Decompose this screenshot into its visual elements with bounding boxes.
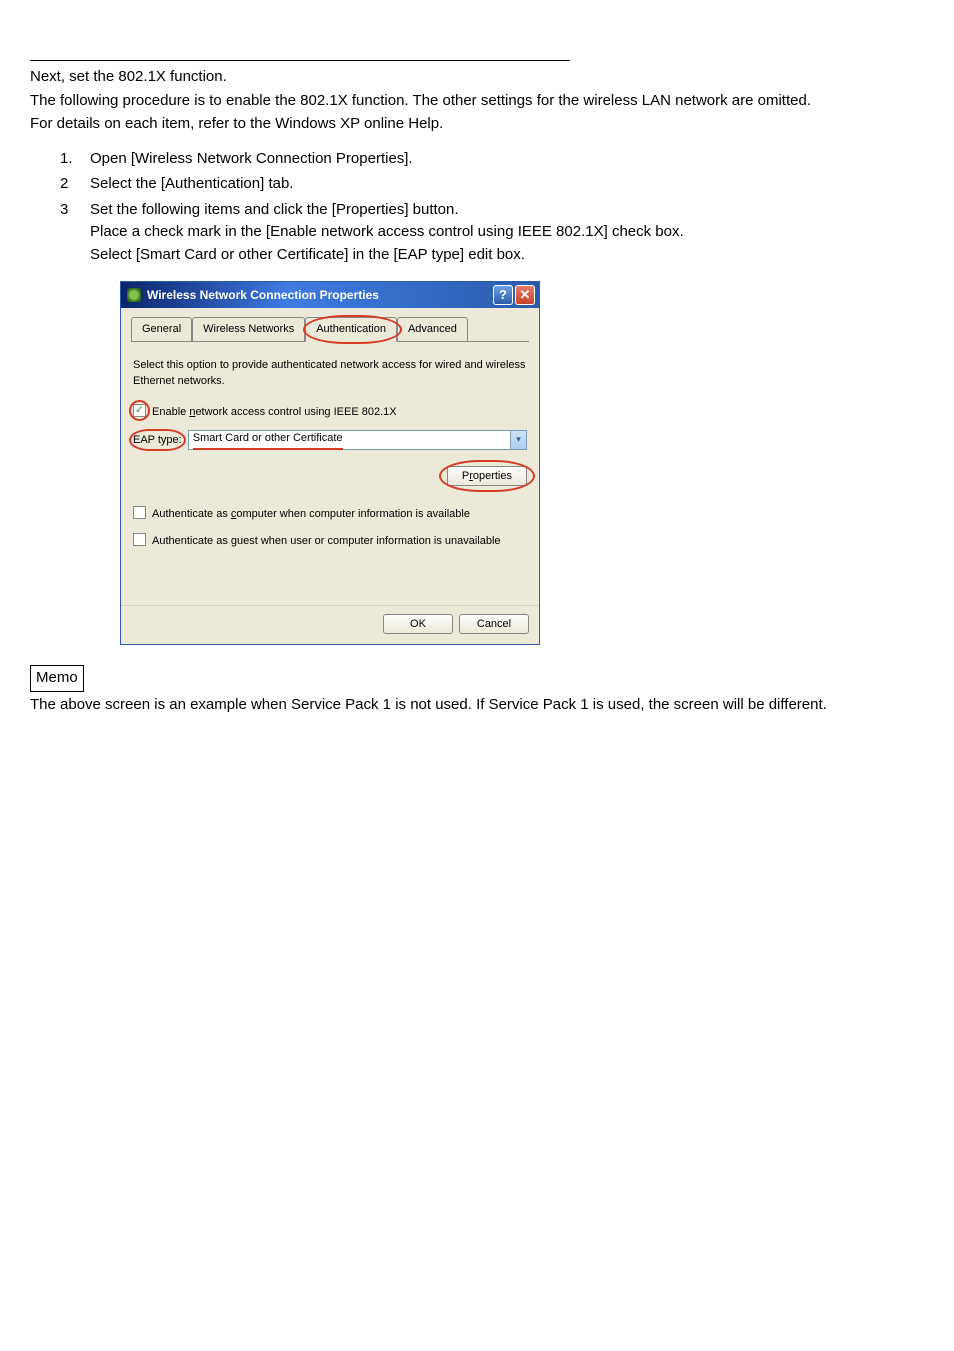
step-text: Open [Wireless Network Connection Proper… <box>90 148 924 171</box>
help-button[interactable]: ? <box>493 285 513 305</box>
auth-computer-label: Authenticate as computer when computer i… <box>152 506 470 523</box>
intro-line-1: Next, set the 802.1X function. <box>30 66 924 89</box>
step-text: Select the [Authentication] tab. <box>90 173 924 196</box>
step-text: Place a check mark in the [Enable networ… <box>90 221 924 244</box>
step-number: 2 <box>30 173 60 196</box>
properties-button[interactable]: Properties <box>447 466 527 486</box>
auth-guest-row[interactable]: Authenticate as guest when user or compu… <box>133 533 527 550</box>
ok-button[interactable]: OK <box>383 614 453 634</box>
intro-line-3: For details on each item, refer to the W… <box>30 113 924 136</box>
intro-line-2: The following procedure is to enable the… <box>30 90 924 113</box>
dialog-body: General Wireless Networks Authentication… <box>121 308 539 605</box>
description-text: Select this option to provide authentica… <box>133 357 527 390</box>
step-1: 1. Open [Wireless Network Connection Pro… <box>30 148 924 171</box>
titlebar-buttons: ? ✕ <box>493 285 535 305</box>
dialog-footer: OK Cancel <box>121 605 539 644</box>
tab-general[interactable]: General <box>131 317 192 341</box>
intro-text: Next, set the 802.1X function. The follo… <box>30 66 924 136</box>
auth-guest-label: Authenticate as guest when user or compu… <box>152 533 501 550</box>
step-3: 3 Set the following items and click the … <box>30 199 924 267</box>
tab-advanced[interactable]: Advanced <box>397 317 468 341</box>
dropdown-arrow-icon[interactable]: ▾ <box>510 431 526 449</box>
titlebar[interactable]: Wireless Network Connection Properties ?… <box>121 282 539 308</box>
eap-type-label: EAP type: <box>133 432 182 449</box>
eap-type-row: EAP type: Smart Card or other Certificat… <box>133 430 527 450</box>
step-text: Set the following items and click the [P… <box>90 199 924 222</box>
memo-label: Memo <box>30 665 84 692</box>
step-text: Select [Smart Card or other Certificate]… <box>90 244 924 267</box>
steps-list: 1. Open [Wireless Network Connection Pro… <box>30 148 924 267</box>
horizontal-rule <box>30 60 570 61</box>
enable-8021x-label: Enable network access control using IEEE… <box>152 404 397 421</box>
step-number: 3 <box>30 199 60 267</box>
tabs: General Wireless Networks Authentication… <box>131 317 529 342</box>
network-icon <box>127 288 141 302</box>
tab-wireless-networks[interactable]: Wireless Networks <box>192 317 305 341</box>
tab-content: Select this option to provide authentica… <box>131 351 529 596</box>
window-title: Wireless Network Connection Properties <box>147 286 379 304</box>
eap-type-select[interactable]: Smart Card or other Certificate ▾ <box>188 430 527 450</box>
properties-row: Properties <box>133 466 527 486</box>
titlebar-left: Wireless Network Connection Properties <box>127 286 379 304</box>
eap-type-value: Smart Card or other Certificate <box>193 430 343 450</box>
auth-computer-checkbox[interactable] <box>133 506 146 519</box>
enable-8021x-checkbox[interactable] <box>133 404 146 417</box>
cancel-button[interactable]: Cancel <box>459 614 529 634</box>
screenshot-dialog-wrap: Wireless Network Connection Properties ?… <box>120 281 924 645</box>
auth-computer-row[interactable]: Authenticate as computer when computer i… <box>133 506 527 523</box>
step-number: 1. <box>30 148 60 171</box>
memo-text: The above screen is an example when Serv… <box>30 694 924 717</box>
step-2: 2 Select the [Authentication] tab. <box>30 173 924 196</box>
memo-section: Memo The above screen is an example when… <box>30 665 924 716</box>
auth-guest-checkbox[interactable] <box>133 533 146 546</box>
tab-authentication[interactable]: Authentication <box>305 317 397 342</box>
enable-8021x-row[interactable]: Enable network access control using IEEE… <box>133 404 527 421</box>
document: Next, set the 802.1X function. The follo… <box>30 60 924 716</box>
tab-label: Authentication <box>316 323 386 335</box>
properties-dialog: Wireless Network Connection Properties ?… <box>120 281 540 645</box>
close-button[interactable]: ✕ <box>515 285 535 305</box>
